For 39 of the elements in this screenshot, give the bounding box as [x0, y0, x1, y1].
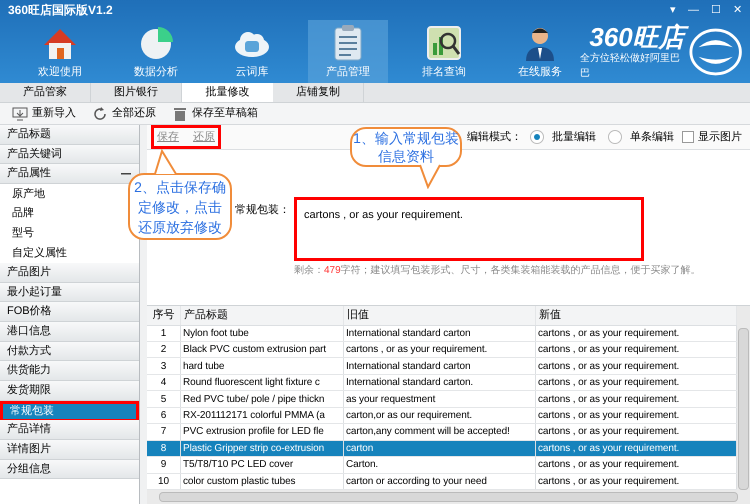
- checkbox-label: 显示图片: [698, 130, 742, 145]
- table-cell: Carton.: [344, 457, 536, 473]
- table-cell: International standard carton: [344, 358, 536, 374]
- table-cell: PVC extrusion profile for LED fle: [181, 424, 344, 440]
- radio-label: 批量编辑: [552, 130, 596, 145]
- table-cell: carton: [344, 440, 536, 456]
- table-cell: 8: [147, 440, 181, 456]
- table-cell: color custom plastic tubes: [181, 474, 344, 489]
- table-cell: 1: [147, 326, 181, 342]
- callout-tooltip: 2、点击保存确定修改，点击还原放弃修改: [128, 173, 232, 240]
- table-cell: cartons , or as your requirement.: [344, 342, 536, 358]
- table-cell: 5: [147, 391, 181, 407]
- table-cell: hard tube: [181, 358, 344, 374]
- table-cell: RX-201112171 colorful PMMA (a: [181, 408, 344, 424]
- table-cell: 9: [147, 457, 181, 473]
- table-cell: 2: [147, 342, 181, 358]
- table-cell: International standard carton.: [344, 374, 536, 390]
- window-title: 360旺店国际版V1.2: [8, 2, 113, 19]
- brand-slogan: 全方位轻松做好阿里巴巴: [580, 52, 681, 80]
- field-label: 常规包装：: [235, 203, 290, 218]
- table-cell: carton or according to your need: [344, 474, 536, 489]
- table-cell: 7: [147, 424, 181, 440]
- table-cell: Black PVC custom extrusion part: [181, 342, 344, 358]
- table-cell: 6: [147, 408, 181, 424]
- table-cell: Nylon foot tube: [181, 326, 344, 342]
- radio-label: 单条编辑: [630, 130, 674, 145]
- table-cell: as your requestment: [344, 391, 536, 407]
- table-cell: Round fluorescent light fixture c: [181, 374, 344, 390]
- table-cell: 10: [147, 474, 181, 489]
- table-cell: Red PVC tube/ pole / pipe thickn: [181, 391, 344, 407]
- edit-mode-label: 编辑模式：: [467, 130, 522, 145]
- table-cell: carton,or as our requirement.: [344, 408, 536, 424]
- table-cell: T5/T8/T10 PC LED cover: [181, 457, 344, 473]
- table-cell: International standard carton: [344, 326, 536, 342]
- remaining-hint: 剩余：479字符；建议填写包装形式、尺寸，各类集装箱能装载的产品信息，便于买家了解。: [294, 264, 701, 278]
- table-cell: Plastic Gripper strip co-extrusion: [181, 440, 344, 456]
- table-cell: 4: [147, 374, 181, 390]
- table-cell: 3: [147, 358, 181, 374]
- table-cell: carton,any comment will be accepted!: [344, 424, 536, 440]
